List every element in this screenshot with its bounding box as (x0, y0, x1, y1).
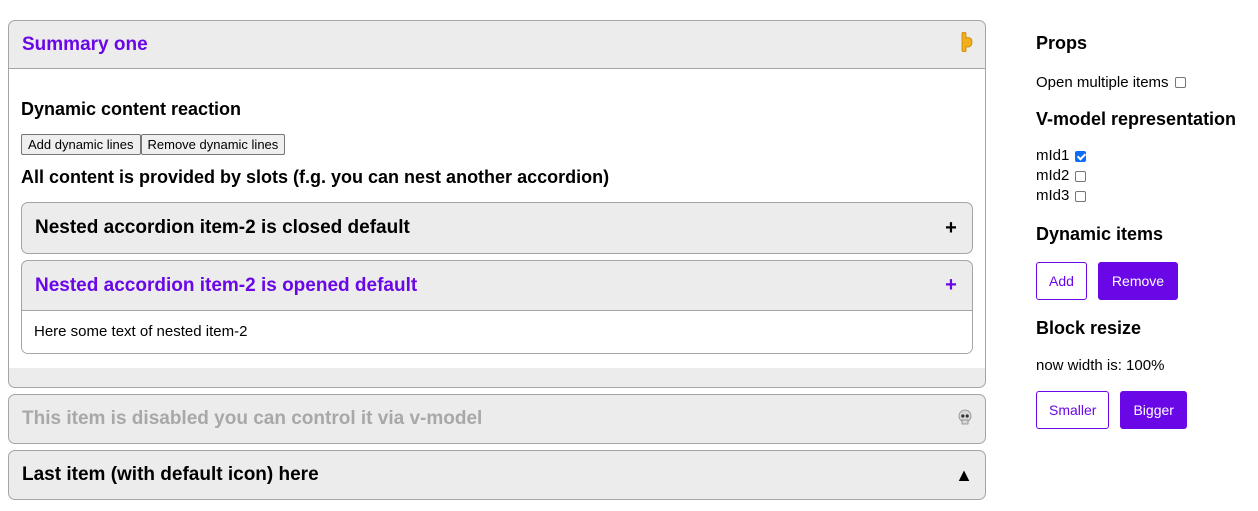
accordion: Summary one Dynamic content reaction Add… (8, 20, 986, 506)
accordion-item-disabled: This item is disabled you can control it… (8, 394, 986, 444)
accordion-header-summary[interactable]: Summary one (9, 21, 985, 69)
accordion-header-last[interactable]: Last item (with default icon) here ▲ (9, 451, 985, 499)
section-heading: All content is provided by slots (f.g. y… (21, 167, 610, 187)
accordion-item-last: Last item (with default icon) here ▲ (8, 450, 986, 500)
skull-icon (957, 409, 973, 430)
vmodel-label: mId3 (1036, 187, 1070, 204)
nested-accordion: Nested accordion item-2 is closed defaul… (21, 202, 973, 354)
props-panel: Props Open multiple items V-model repres… (1036, 33, 1256, 429)
vmodel-row: mId3 (1036, 186, 1256, 206)
pointing-hand-icon (959, 31, 973, 57)
dynamic-lines-buttons: Add dynamic lines Remove dynamic lines (21, 134, 973, 155)
section-heading: Dynamic content reaction (21, 99, 242, 119)
vmodel-label: mId2 (1036, 167, 1070, 184)
accordion-header-disabled: This item is disabled you can control it… (9, 395, 985, 443)
dynamic-items-title: Dynamic items (1036, 224, 1164, 244)
nested-item-opened: Nested accordion item-2 is opened defaul… (21, 260, 973, 354)
open-multiple-checkbox[interactable] (1174, 77, 1186, 88)
open-multiple-label: Open multiple items (1036, 74, 1169, 91)
resize-buttons: Smaller Bigger (1036, 391, 1256, 429)
triangle-up-icon: ▲ (955, 464, 973, 485)
nested-title: Nested accordion item-2 is closed defaul… (35, 217, 410, 238)
plus-icon: + (945, 216, 957, 239)
nested-title: Nested accordion item-2 is opened defaul… (35, 274, 418, 296)
vmodel-label: mId1 (1036, 147, 1070, 164)
width-text: now width is: 100% (1036, 357, 1165, 374)
nested-header-closed[interactable]: Nested accordion item-2 is closed defaul… (22, 203, 972, 253)
accordion-title: This item is disabled you can control it… (22, 408, 483, 429)
nested-header-opened[interactable]: Nested accordion item-2 is opened defaul… (22, 261, 972, 311)
vmodel-checkbox[interactable] (1075, 170, 1087, 182)
vmodel-list: mId1 mId2 mId3 (1036, 146, 1256, 206)
accordion-title: Summary one (22, 33, 148, 55)
vmodel-row: mId2 (1036, 166, 1256, 186)
accordion-title: Last item (with default icon) here (22, 464, 319, 485)
bigger-button[interactable]: Bigger (1120, 391, 1187, 429)
smaller-button[interactable]: Smaller (1036, 391, 1110, 429)
block-resize-title: Block resize (1036, 318, 1142, 338)
vmodel-title: V-model representation (1036, 109, 1237, 129)
vmodel-row: mId1 (1036, 146, 1256, 166)
nested-item-closed: Nested accordion item-2 is closed defaul… (21, 202, 973, 254)
remove-dynamic-lines-button[interactable]: Remove dynamic lines (140, 134, 286, 155)
plus-icon: + (945, 274, 957, 296)
add-item-button[interactable]: Add (1036, 262, 1087, 300)
accordion-item-summary: Summary one Dynamic content reaction Add… (8, 20, 986, 388)
dynamic-items-buttons: Add Remove (1036, 262, 1256, 300)
open-multiple-row: Open multiple items (1036, 74, 1256, 91)
remove-item-button[interactable]: Remove (1097, 262, 1179, 300)
props-title: Props (1036, 33, 1088, 53)
nested-body: Here some text of nested item-2 (22, 311, 972, 353)
vmodel-checkbox[interactable] (1075, 150, 1087, 162)
accordion-body-summary: Dynamic content reaction Add dynamic lin… (9, 69, 985, 368)
add-dynamic-lines-button[interactable]: Add dynamic lines (21, 134, 141, 155)
vmodel-checkbox[interactable] (1075, 190, 1087, 202)
